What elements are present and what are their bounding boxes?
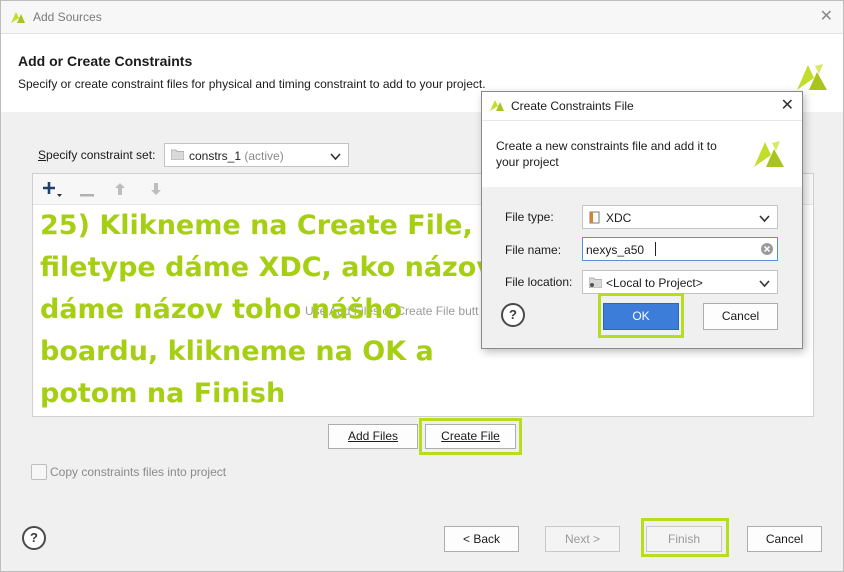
annotation-line: potom na Finish [40,378,286,409]
file-location-dropdown[interactable]: <Local to Project> [582,270,778,294]
chevron-down-icon [759,212,770,226]
xilinx-logo-icon [752,137,786,174]
copy-constraints-label: Copy constraints files into project [50,465,227,479]
file-name-label: File name: [505,243,562,257]
cancel-button[interactable]: Cancel [747,526,822,552]
file-name-value: nexys_a50 [586,243,645,257]
close-icon[interactable]: ✕ [781,95,794,115]
copy-constraints-checkbox[interactable] [31,464,47,480]
constraint-set-dropdown[interactable]: constrs_1 (active) [164,143,349,167]
folder-icon [170,149,185,163]
annotation-line: dáme názov toho nášho [40,294,403,325]
close-icon[interactable]: ✕ [820,6,833,26]
xilinx-logo-icon [489,98,505,116]
create-file-button[interactable]: Create File [425,424,516,449]
minus-icon[interactable] [80,187,94,201]
window-title: Add Sources [33,10,102,24]
constraint-set-label: Specify constraint set: [38,148,156,162]
text-cursor [655,242,656,256]
chevron-down-icon [330,150,341,164]
file-location-value: <Local to Project> [606,276,703,290]
ok-button[interactable]: OK [603,303,679,330]
file-icon [589,211,600,227]
xilinx-logo-icon [10,9,26,28]
dialog-title-bar: Create Constraints File ✕ [482,92,802,121]
constraint-set-value: constrs_1 [189,149,242,163]
page-subtitle: Specify or create constraint files for p… [18,77,486,91]
arrow-up-icon[interactable] [114,182,126,199]
finish-button[interactable]: Finish [646,526,722,552]
annotation-line: filetype dáme XDC, ako názov [40,252,494,283]
create-constraints-dialog: Create Constraints File ✕ Create a new c… [481,91,803,349]
dialog-description-area: Create a new constraints file and add it… [482,121,802,187]
next-button[interactable]: Next > [545,526,620,552]
file-location-label: File location: [505,275,573,289]
arrow-down-icon[interactable] [150,182,162,199]
help-icon[interactable]: ? [501,303,525,327]
title-bar: Add Sources ✕ [1,1,843,34]
page-title: Add or Create Constraints [18,53,193,69]
file-name-input[interactable]: nexys_a50 [582,237,778,261]
annotation-line: 25) Klikneme na Create File, [40,210,473,241]
folder-icon [588,277,603,291]
plus-icon[interactable] [42,180,62,201]
file-type-label: File type: [505,210,554,224]
add-files-button[interactable]: Add Files [328,424,418,449]
dialog-cancel-button[interactable]: Cancel [703,303,778,330]
constraint-set-status: (active) [244,149,284,163]
back-button[interactable]: < Back [444,526,519,552]
dialog-title: Create Constraints File [511,99,634,113]
dialog-description: Create a new constraints file and add it… [496,139,717,169]
chevron-down-icon [759,277,770,291]
file-type-dropdown[interactable]: XDC [582,205,778,229]
tutorial-annotation: 25) Klikneme na Create File, filetype dá… [40,205,510,415]
clear-icon[interactable] [761,243,773,258]
file-type-value: XDC [606,211,632,225]
help-icon[interactable]: ? [22,526,46,550]
annotation-line: boardu, klikneme na OK a [40,336,434,367]
